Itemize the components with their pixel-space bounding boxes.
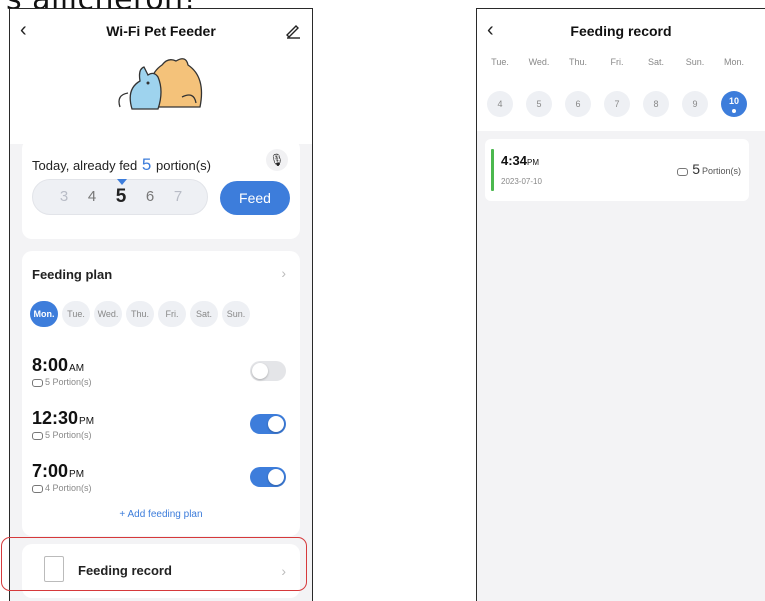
- plan-item: 12:30PM 5 Portion(s): [32, 408, 290, 452]
- week-day-label: Tue.: [491, 57, 509, 67]
- record-date: 2023-07-10: [501, 177, 542, 186]
- record-status-bar: [491, 149, 494, 191]
- day-pill-sun[interactable]: Sun.: [222, 301, 250, 327]
- plan-item: 7:00PM 4 Portion(s): [32, 461, 290, 505]
- portion-picker[interactable]: 3 4 5 6 7: [32, 179, 208, 215]
- picker-option[interactable]: 6: [141, 188, 159, 205]
- feeding-plan-title[interactable]: Feeding plan: [32, 267, 112, 282]
- record-time: 4:34PM: [501, 153, 540, 168]
- week-day-label: Mon.: [723, 57, 744, 67]
- record-amount: 5 Portion(s): [677, 161, 741, 177]
- pet-illustration: [118, 58, 203, 110]
- plan-toggle[interactable]: [250, 467, 286, 487]
- plan-time: 12:30PM: [32, 408, 95, 428]
- top-nav: ‹ Feeding record: [477, 9, 765, 55]
- picker-option[interactable]: 3: [55, 188, 73, 205]
- chevron-right-icon[interactable]: ›: [281, 265, 286, 281]
- picker-option[interactable]: 4: [83, 188, 101, 205]
- date-chip[interactable]: 6: [565, 91, 591, 117]
- page-title: Feeding record: [570, 23, 672, 39]
- page-title: Wi-Fi Pet Feeder: [106, 23, 216, 39]
- plan-toggle[interactable]: [250, 361, 286, 381]
- week-day-label: Sun.: [685, 57, 705, 67]
- day-pill-fri[interactable]: Fri.: [158, 301, 186, 327]
- day-pill-thu[interactable]: Thu.: [126, 301, 154, 327]
- plan-portion: 4 Portion(s): [32, 483, 92, 493]
- add-feeding-plan-button[interactable]: + Add feeding plan: [22, 509, 300, 520]
- day-pill-tue[interactable]: Tue.: [62, 301, 90, 327]
- bowl-icon: [32, 484, 43, 493]
- week-day-label: Wed.: [528, 57, 550, 67]
- feeding-plan-card: Feeding plan › Mon. Tue. Wed. Thu. Fri. …: [22, 251, 300, 536]
- fed-suffix: portion(s): [156, 158, 211, 173]
- plan-portion: 5 Portion(s): [32, 377, 92, 387]
- today-fed-card: Today, already fed 5 portion(s) 🎙 3 4 5 …: [22, 139, 300, 239]
- record-header: ‹ Feeding record Tue. Wed. Thu. Fri. Sat…: [477, 9, 765, 131]
- fed-summary: Today, already fed 5 portion(s): [32, 155, 211, 175]
- plan-time: 8:00AM: [32, 355, 85, 375]
- feed-button[interactable]: Feed: [220, 181, 290, 215]
- date-chip[interactable]: 5: [526, 91, 552, 117]
- picker-option[interactable]: 7: [169, 188, 187, 205]
- bowl-icon: [32, 378, 43, 387]
- plan-day-selector: Mon. Tue. Wed. Thu. Fri. Sat. Sun.: [30, 301, 292, 327]
- week-day-label: Thu.: [568, 57, 587, 67]
- day-pill-mon[interactable]: Mon.: [30, 301, 58, 327]
- selected-marker-icon: [117, 179, 127, 185]
- week-date-selector: 4 5 6 7 8 9 10: [485, 91, 761, 119]
- date-chip-selected[interactable]: 10: [721, 91, 747, 117]
- feeding-record-item[interactable]: 4:34PM 2023-07-10 5 Portion(s): [485, 139, 749, 201]
- week-day-label: Sat.: [647, 57, 664, 67]
- feeding-record-screen: ‹ Feeding record Tue. Wed. Thu. Fri. Sat…: [476, 8, 765, 601]
- chevron-left-icon[interactable]: ‹: [487, 19, 507, 41]
- bowl-icon: [677, 167, 689, 176]
- week-day-label: Fri.: [610, 57, 624, 67]
- plan-item: 8:00AM 5 Portion(s): [32, 355, 290, 399]
- feeder-header: ‹ Wi-Fi Pet Feeder: [10, 9, 312, 144]
- date-chip[interactable]: 8: [643, 91, 669, 117]
- pencil-icon[interactable]: [284, 21, 302, 39]
- picker-option-selected[interactable]: 5: [112, 186, 130, 208]
- day-pill-wed[interactable]: Wed.: [94, 301, 122, 327]
- date-chip[interactable]: 4: [487, 91, 513, 117]
- plan-toggle[interactable]: [250, 414, 286, 434]
- day-pill-sat[interactable]: Sat.: [190, 301, 218, 327]
- date-chip[interactable]: 9: [682, 91, 708, 117]
- week-day-labels: Tue. Wed. Thu. Fri. Sat. Sun. Mon.: [485, 57, 761, 71]
- fed-prefix: Today, already fed: [32, 158, 138, 173]
- microphone-icon[interactable]: 🎙: [266, 149, 288, 171]
- feeder-home-screen: ‹ Wi-Fi Pet Feeder Today, already fed 5 …: [9, 8, 313, 601]
- chevron-left-icon[interactable]: ‹: [20, 19, 40, 41]
- bowl-icon: [32, 431, 43, 440]
- plan-time: 7:00PM: [32, 461, 85, 481]
- highlight-box: [1, 537, 307, 591]
- plan-portion: 5 Portion(s): [32, 430, 92, 440]
- date-chip[interactable]: 7: [604, 91, 630, 117]
- fed-count: 5: [141, 155, 152, 174]
